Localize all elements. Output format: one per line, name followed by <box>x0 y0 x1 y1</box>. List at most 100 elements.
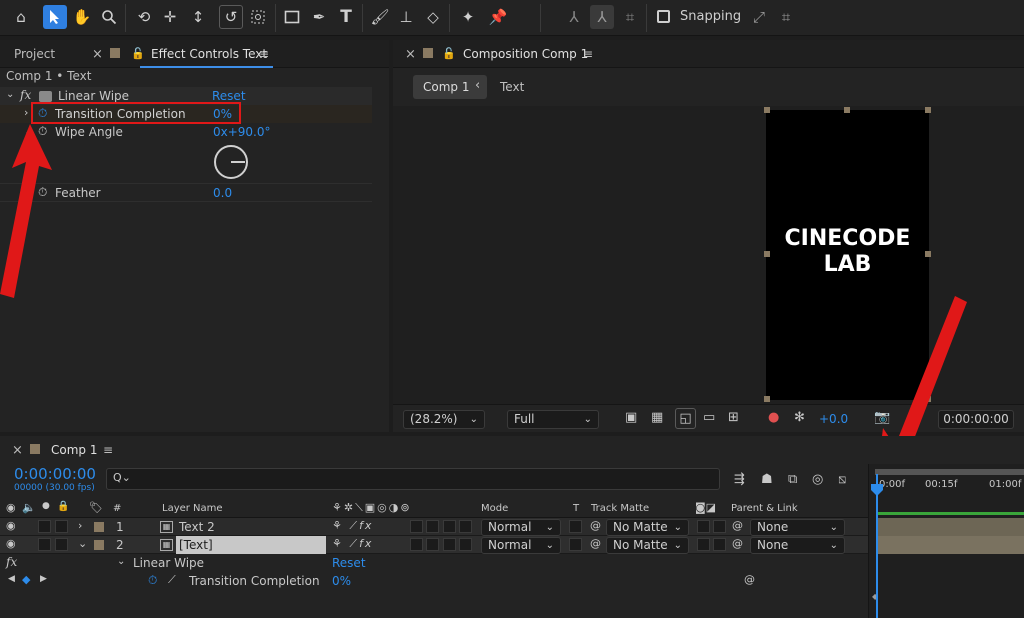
switch-box[interactable] <box>459 538 472 551</box>
pen-tool-icon[interactable]: ✒ <box>307 5 331 29</box>
preserve-transparency-toggle[interactable] <box>569 538 582 551</box>
switch-box[interactable] <box>410 520 423 533</box>
panel-menu-icon[interactable]: ≡ <box>583 47 593 61</box>
layer-switches[interactable]: ⚘ ⟋fx <box>332 519 373 533</box>
zoom-tool-icon[interactable] <box>97 5 121 29</box>
close-tab-icon[interactable]: × <box>92 47 103 62</box>
mode-dropdown[interactable]: Normal ⌄ <box>481 519 561 536</box>
layer-switches[interactable]: ⚘ ⟋fx <box>332 537 373 551</box>
comp-mini-flowchart-icon[interactable]: ⇶ <box>734 472 745 487</box>
switch-box[interactable] <box>459 520 472 533</box>
mask-visibility-icon[interactable]: ◱ <box>675 408 696 429</box>
parent-pickwhip-icon[interactable]: @ <box>732 519 743 532</box>
lock-icon[interactable]: 🔒 <box>57 501 69 512</box>
transform-handle[interactable] <box>844 107 850 113</box>
lock-icon[interactable]: 🔓 <box>442 47 456 60</box>
zoom-dropdown[interactable]: (28.2%) ⌄ <box>403 410 485 429</box>
prop-value[interactable]: 0.0 <box>213 186 232 200</box>
label-color-swatch[interactable] <box>94 522 104 532</box>
label-color-swatch[interactable] <box>94 540 104 550</box>
region-of-interest-icon[interactable]: ▭ <box>703 410 715 425</box>
comp-breadcrumb-active[interactable]: Comp 1 ‹ <box>413 75 487 99</box>
stopwatch-icon[interactable]: ⏱ <box>148 573 157 588</box>
parent-pickwhip-icon[interactable]: @ <box>732 537 743 550</box>
transform-handle[interactable] <box>764 396 770 402</box>
switch-box[interactable] <box>443 538 456 551</box>
anchor-point-tool-icon[interactable] <box>246 5 270 29</box>
transform-handle[interactable] <box>925 107 931 113</box>
frame-blending-icon[interactable]: ⧉ <box>788 472 797 487</box>
collapse-chevron-icon[interactable]: ⌄ <box>117 556 125 567</box>
fast-previews-icon[interactable]: ▣ <box>625 410 637 425</box>
grid-guides-icon[interactable]: ⊞ <box>728 410 739 425</box>
reset-link[interactable]: Reset <box>212 89 246 103</box>
graph-icon[interactable]: ⟋ <box>168 573 176 587</box>
timeline-timecode[interactable]: 0:00:00:00 <box>14 465 96 483</box>
snap-grid-icon[interactable]: ⌗ <box>774 5 798 29</box>
reset-exposure-icon[interactable]: ✻ <box>794 410 805 425</box>
brush-tool-icon[interactable]: 🖌 <box>368 5 392 29</box>
snapping-checkbox[interactable] <box>657 10 670 23</box>
collapse-chevron-icon[interactable]: ⌄ <box>78 537 87 550</box>
switch-box[interactable] <box>426 520 439 533</box>
hand-tool-icon[interactable]: ✋ <box>70 5 94 29</box>
matte-toggle[interactable] <box>697 538 710 551</box>
solo-icon[interactable]: ● <box>42 501 50 511</box>
prev-keyframe-icon[interactable]: ◀ <box>8 574 15 584</box>
eraser-tool-icon[interactable]: ◇ <box>421 5 445 29</box>
video-eye-icon[interactable]: ◉ <box>6 519 16 532</box>
selection-tool-icon[interactable] <box>43 5 67 29</box>
collapse-chevron-icon[interactable]: ⌄ <box>6 89 14 100</box>
timeline-search-input[interactable]: Q⌄ <box>106 468 720 490</box>
layer-bar[interactable] <box>877 518 1024 536</box>
pickwhip-icon[interactable]: @ <box>590 519 601 532</box>
close-tab-icon[interactable]: × <box>12 443 23 458</box>
color-channels-icon[interactable]: ● <box>768 410 779 425</box>
dolly-camera-icon[interactable]: ↕ <box>186 5 210 29</box>
track-matte-dropdown[interactable]: No Matte ⌄ <box>606 519 689 536</box>
expression-pickwhip-icon[interactable]: @ <box>744 573 755 586</box>
effect-controls-tab[interactable]: Effect Controls Text <box>151 47 267 61</box>
solo-toggle[interactable] <box>38 520 51 533</box>
composition-tab[interactable]: Composition Comp 1 <box>463 47 588 61</box>
panel-menu-icon[interactable]: ≡ <box>259 47 269 61</box>
lock-toggle[interactable] <box>55 538 68 551</box>
transparency-grid-icon[interactable]: ▦ <box>651 410 663 425</box>
playhead-handle[interactable] <box>871 484 883 496</box>
matte-toggle[interactable] <box>713 520 726 533</box>
reset-link[interactable]: Reset <box>332 556 366 570</box>
preserve-transparency-toggle[interactable] <box>569 520 582 533</box>
exposure-value[interactable]: +0.0 <box>819 412 848 426</box>
roto-brush-tool-icon[interactable]: ✦ <box>456 5 480 29</box>
graph-editor-icon[interactable]: ⧅ <box>838 472 846 487</box>
angle-dial[interactable] <box>212 143 250 181</box>
lock-toggle[interactable] <box>55 520 68 533</box>
prop-value[interactable]: 0% <box>332 574 351 588</box>
snap-edge-icon[interactable]: ⤢ <box>747 5 771 29</box>
comp-breadcrumb-next[interactable]: Text <box>500 80 524 94</box>
project-tab[interactable]: Project <box>14 47 55 61</box>
expand-chevron-icon[interactable]: › <box>78 519 82 532</box>
matte-toggle[interactable] <box>697 520 710 533</box>
timeline-tracks[interactable]: 0:00f 00:15f 01:00f ◆ <box>868 464 1024 618</box>
puppet-pin-tool-icon[interactable]: 📌 <box>486 5 510 29</box>
timeline-tab[interactable]: Comp 1 <box>51 443 97 457</box>
track-matte-dropdown[interactable]: No Matte ⌄ <box>606 537 689 554</box>
type-tool-icon[interactable]: T <box>334 5 358 29</box>
motion-blur-icon[interactable]: ◎ <box>812 472 823 487</box>
rotation-tool-icon[interactable]: ↺ <box>219 5 243 29</box>
switch-box[interactable] <box>443 520 456 533</box>
layer-row[interactable]: ◉ ⌄ 2 ▦ [Text] ⚘ ⟋fx Normal ⌄ @ No Matte ⌄… <box>0 536 868 554</box>
mode-dropdown[interactable]: Normal ⌄ <box>481 537 561 554</box>
layer-name-highlight[interactable]: [Text] <box>176 536 326 554</box>
parent-dropdown[interactable]: None ⌄ <box>750 519 845 536</box>
col-layer-name[interactable]: Layer Name <box>162 503 223 514</box>
view-axis-icon[interactable]: ⌗ <box>618 5 642 29</box>
layer-row[interactable]: ◉ › 1 ▦ Text 2 ⚘ ⟋fx Normal ⌄ @ No Matte ⌄… <box>0 518 868 536</box>
close-tab-icon[interactable]: × <box>405 47 416 62</box>
panel-menu-icon[interactable]: ≡ <box>103 443 113 457</box>
lock-icon[interactable]: 🔓 <box>131 47 145 60</box>
effect-subrow[interactable]: fx ⌄ Linear Wipe Reset <box>0 554 868 572</box>
layer-bar[interactable] <box>877 536 1024 554</box>
prop-value[interactable]: 0x+90.0° <box>213 125 271 139</box>
